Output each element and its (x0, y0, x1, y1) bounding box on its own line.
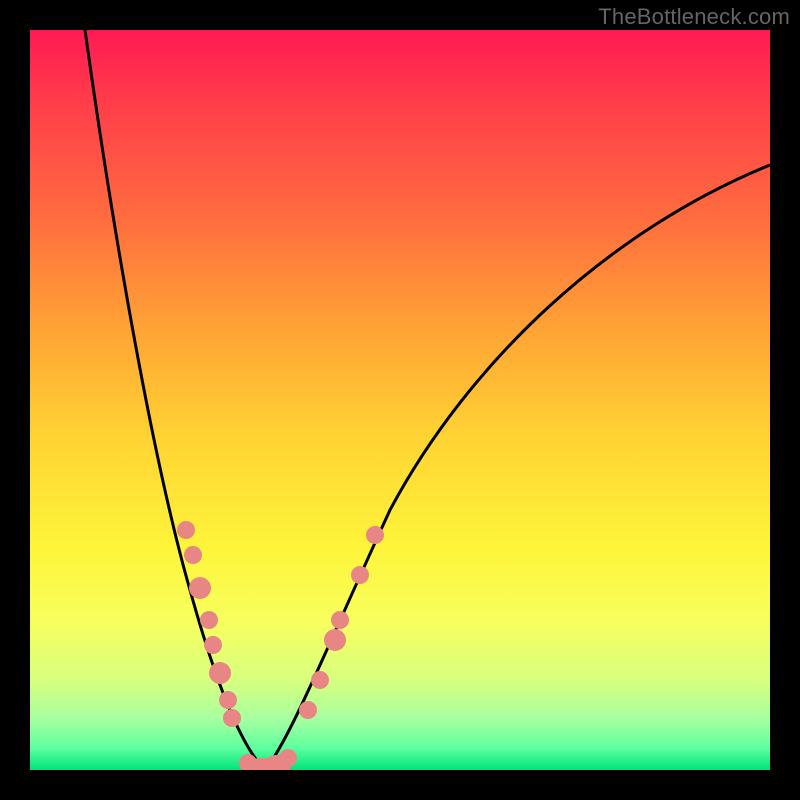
data-point (209, 662, 231, 684)
data-point (184, 546, 202, 564)
data-point (189, 577, 211, 599)
data-point (177, 521, 195, 539)
watermark-text: TheBottleneck.com (598, 4, 790, 30)
data-point (324, 629, 346, 651)
data-point (219, 691, 237, 709)
data-point (200, 611, 218, 629)
right-curve (265, 165, 770, 770)
data-point (299, 701, 317, 719)
plot-area (30, 30, 770, 770)
data-point (223, 709, 241, 727)
curve-layer (30, 30, 770, 770)
data-point (204, 636, 222, 654)
data-point (279, 749, 297, 767)
data-point (331, 611, 349, 629)
data-point (311, 671, 329, 689)
chart-frame: TheBottleneck.com (0, 0, 800, 800)
data-point (366, 526, 384, 544)
data-point (351, 566, 369, 584)
left-curve (85, 30, 265, 770)
